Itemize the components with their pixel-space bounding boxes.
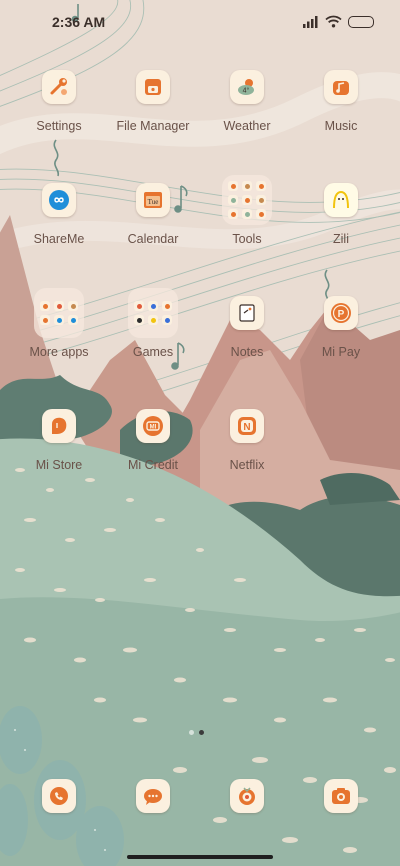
app-label: Games [132,345,174,359]
mi-credit-icon: MI [136,409,170,443]
app-more-apps[interactable]: More apps [9,288,109,386]
app-mi-pay[interactable]: P Mi Pay [291,296,391,386]
status-icons [303,15,374,28]
app-label: Weather [223,119,271,133]
page-indicator[interactable] [189,730,204,735]
app-label: Zili [333,232,349,246]
file-manager-icon [136,70,170,104]
music-icon [324,70,358,104]
home-indicator[interactable] [127,855,273,859]
dock-camera[interactable] [291,779,391,866]
status-time: 2:36 AM [52,14,106,30]
mi-pay-icon: P [324,296,358,330]
app-games[interactable]: Games [103,288,203,386]
games-folder-icon [128,288,178,338]
app-notes[interactable]: Notes [197,296,297,386]
app-label: Calendar [127,232,179,246]
dock-messaging[interactable] [103,779,203,866]
zili-icon [324,183,358,217]
app-label: Mi Credit [127,458,178,472]
status-bar: 2:36 AM [0,0,400,44]
netflix-badge: N [243,422,250,433]
app-file-manager[interactable]: File Manager [103,70,203,160]
calendar-icon: Tue [136,183,170,217]
app-shareme[interactable]: ShareMe [9,183,109,273]
camera-icon [324,779,358,813]
app-mi-credit[interactable]: MI Mi Credit [103,409,203,499]
app-weather[interactable]: 4° Weather [197,70,297,160]
dock-phone[interactable] [9,779,109,866]
app-label: Mi Store [35,458,83,472]
app-mi-store[interactable]: Mi Store [9,409,109,499]
weather-icon: 4° [230,70,264,104]
signal-icon [303,15,318,28]
page-dot-active[interactable] [199,730,204,735]
app-netflix[interactable]: N Netflix [197,409,297,499]
netflix-icon: N [230,409,264,443]
messaging-icon [136,779,170,813]
tools-folder-icon [222,175,272,225]
battery-icon [348,15,374,28]
calendar-badge: Tue [148,198,159,206]
app-label: Mi Pay [321,345,361,359]
app-label: More apps [29,345,89,359]
app-settings[interactable]: Settings [9,70,109,160]
shareme-icon [42,183,76,217]
app-tools[interactable]: Tools [197,175,297,273]
app-label: ShareMe [33,232,85,246]
app-label: File Manager [116,119,190,133]
app-label: Notes [230,345,264,359]
mi-credit-badge: MI [150,425,157,431]
more-apps-folder-icon [34,288,84,338]
app-label: Netflix [229,458,265,472]
app-music[interactable]: Music [291,70,391,160]
app-label: Music [324,119,358,133]
app-zili[interactable]: Zili [291,183,391,273]
wifi-icon [325,15,342,28]
app-calendar[interactable]: Tue Calendar [103,183,203,273]
weather-badge: 4° [243,87,250,95]
app-label: Settings [36,119,82,133]
dock-browser[interactable] [197,779,297,866]
mi-store-icon [42,409,76,443]
settings-icon [42,70,76,104]
phone-icon [42,779,76,813]
page-dot[interactable] [189,730,194,735]
notes-icon [230,296,264,330]
mi-pay-badge: P [338,309,345,320]
app-label: Tools [232,232,262,246]
browser-icon [230,779,264,813]
